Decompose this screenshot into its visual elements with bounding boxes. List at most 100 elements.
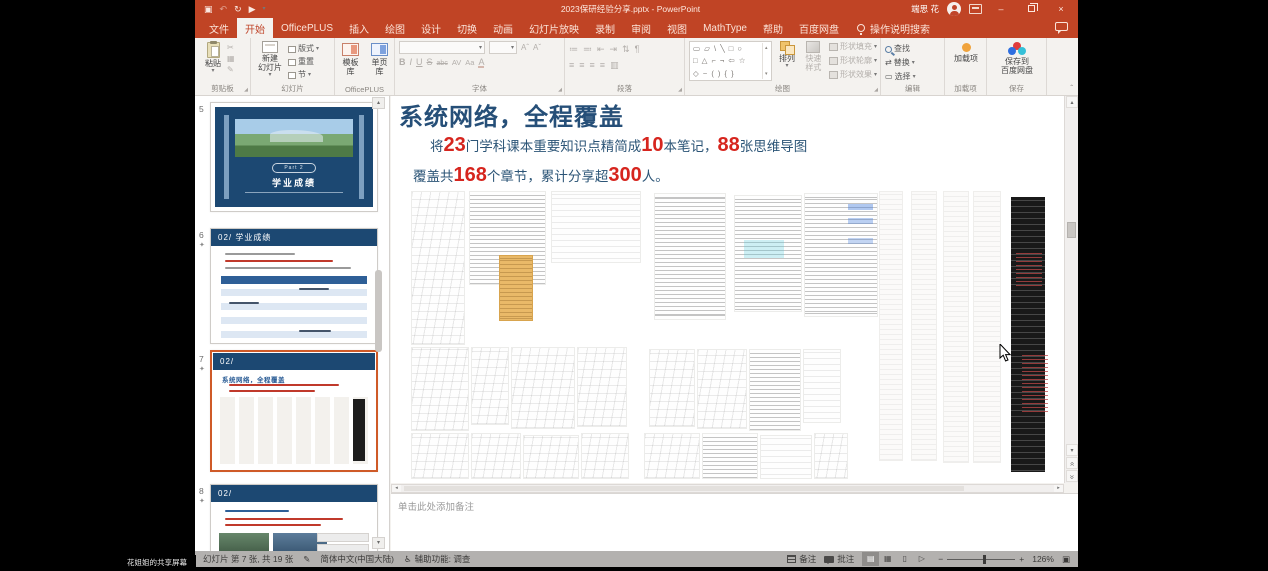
vertical-scrollbar[interactable]: ▴ ▾ « « (1064, 96, 1078, 483)
close-button[interactable]: × (1050, 4, 1072, 14)
thumbnails-scroll-down[interactable]: ▾ (372, 537, 385, 549)
note-image[interactable] (805, 194, 877, 316)
find-button[interactable]: 查找 (885, 43, 941, 55)
zoom-thumb[interactable] (983, 555, 986, 564)
shapes-scroll-down-icon[interactable]: ▾ (765, 70, 769, 78)
tab-design[interactable]: 设计 (413, 18, 449, 38)
tab-record[interactable]: 录制 (587, 18, 623, 38)
note-image[interactable] (804, 350, 840, 422)
shrink-font-icon[interactable]: Aˇ (533, 43, 541, 52)
template-library-button[interactable]: 模板库 (339, 43, 362, 76)
slide-7-thumbnail-selected[interactable]: 02/ 系统网络，全程覆盖 (210, 350, 378, 472)
scroll-right-arrow[interactable]: ▸ (1054, 485, 1063, 492)
single-page-library-button[interactable]: 单页库 (368, 43, 391, 76)
zoom-level[interactable]: 126% (1032, 554, 1054, 564)
decrease-indent-icon[interactable]: ⇤ (597, 44, 605, 56)
bold-icon[interactable]: B (399, 57, 406, 67)
note-strip-image[interactable] (974, 192, 1000, 462)
tab-transitions[interactable]: 切换 (449, 18, 485, 38)
comments-toggle-button[interactable]: 批注 (824, 553, 854, 565)
zoom-in-button[interactable]: + (1019, 554, 1024, 564)
underline-icon[interactable]: U (416, 57, 423, 67)
normal-view-button[interactable]: ▤ (862, 552, 879, 566)
note-image[interactable] (524, 436, 578, 478)
tab-insert[interactable]: 插入 (341, 18, 377, 38)
redo-icon[interactable]: ↻ (234, 5, 242, 14)
layout-button[interactable]: 版式▾ (288, 43, 319, 55)
quick-styles-button[interactable]: 快速样式 (802, 41, 825, 81)
note-strip-image[interactable] (880, 192, 902, 460)
thumbnails-scrollbar-thumb[interactable] (375, 270, 382, 352)
paragraph-dialog-launcher-icon[interactable]: ◢ (678, 88, 682, 93)
shape-fill-button[interactable]: 形状填充▾ (829, 41, 877, 53)
slide-body-text[interactable]: 将23门学科课本重要知识点精简成10本笔记，88张思维导图 覆盖共168个章节，… (413, 132, 853, 192)
previous-slide-button[interactable]: « (1066, 457, 1078, 469)
arrange-button[interactable]: 排列 ▾ (776, 41, 797, 81)
thumbnails-scroll-up[interactable]: ▴ (372, 97, 385, 109)
zoom-out-button[interactable]: − (938, 554, 943, 564)
scroll-up-arrow[interactable]: ▴ (1066, 96, 1078, 108)
notes-pane[interactable]: 单击此处添加备注 (391, 493, 1078, 551)
slide-5-thumbnail[interactable]: Part 2 学业成绩 (210, 102, 378, 212)
horizontal-scrollbar[interactable]: ◂ ▸ (391, 484, 1064, 493)
note-image[interactable] (552, 192, 640, 262)
tab-slideshow[interactable]: 幻灯片放映 (521, 18, 587, 38)
font-color-icon[interactable]: A (478, 57, 484, 67)
addins-button[interactable]: 加载项 (949, 41, 983, 63)
reset-button[interactable]: 重置 (288, 56, 319, 68)
align-left-icon[interactable]: ≡ (569, 60, 574, 72)
spell-check-icon[interactable]: ✎ (303, 554, 310, 565)
note-image[interactable] (750, 350, 800, 430)
italic-icon[interactable]: I (410, 57, 413, 67)
tab-baidu-pan[interactable]: 百度网盘 (791, 18, 847, 38)
char-spacing-icon[interactable]: AV (452, 58, 461, 67)
line-spacing-icon[interactable]: ⇅ (622, 44, 630, 56)
shape-effects-button[interactable]: 形状效果▾ (829, 69, 877, 81)
text-direction-icon[interactable]: ¶ (635, 44, 640, 56)
increase-indent-icon[interactable]: ⇥ (610, 44, 618, 56)
accessibility-status[interactable]: ♿ 辅助功能: 调查 (404, 553, 470, 565)
note-image[interactable] (578, 348, 626, 426)
tab-review[interactable]: 审阅 (623, 18, 659, 38)
notes-toggle-button[interactable]: 备注 (787, 553, 816, 565)
copy-icon[interactable]: ▦ (227, 54, 235, 63)
fit-to-window-icon[interactable]: ▣ (1062, 554, 1070, 565)
shapes-scroll-up-icon[interactable]: ▴ (765, 44, 769, 52)
shapes-gallery[interactable]: ▭ ▱ \ ╲ □ ○ □ △ ⌐ ¬ ⇦ ☆ ◇ ~ ( ) { } ▴ ▾ (689, 41, 772, 81)
select-button[interactable]: ▭选择▾ (885, 71, 941, 83)
tab-view[interactable]: 视图 (659, 18, 695, 38)
section-button[interactable]: 节▾ (288, 69, 319, 81)
shadow-icon[interactable]: abc (437, 60, 448, 67)
tell-me-search[interactable]: 操作说明搜索 (857, 18, 930, 38)
scroll-left-arrow[interactable]: ◂ (392, 485, 401, 492)
note-image[interactable] (761, 436, 811, 478)
slideshow-view-button[interactable]: ▷ (913, 552, 930, 566)
save-icon[interactable]: ▣ (204, 5, 213, 14)
font-size-combobox[interactable]: ▾ (489, 41, 517, 54)
qat-customize-caret-icon[interactable]: ▾ (263, 6, 266, 12)
note-image[interactable] (472, 348, 508, 424)
language-indicator[interactable]: 简体中文(中国大陆) (320, 553, 394, 565)
format-painter-icon[interactable]: ✎ (227, 65, 235, 74)
shape-outline-button[interactable]: 形状轮廓▾ (829, 55, 877, 67)
note-image[interactable] (703, 434, 757, 478)
undo-icon[interactable]: ↶ (220, 5, 228, 14)
slide-title[interactable]: 系统网络，全程覆盖 (399, 97, 624, 132)
font-dialog-launcher-icon[interactable]: ◢ (558, 88, 562, 93)
save-to-baidu-button[interactable]: 保存到 百度网盘 (991, 41, 1043, 75)
font-name-combobox[interactable]: ▾ (399, 41, 485, 54)
slide-canvas[interactable]: 系统网络，全程覆盖 将23门学科课本重要知识点精简成10本笔记，88张思维导图 … (391, 96, 1064, 483)
change-case-icon[interactable]: Aa (465, 58, 474, 67)
minimize-button[interactable]: – (990, 4, 1012, 14)
cut-icon[interactable]: ✂ (227, 43, 235, 52)
paste-button[interactable]: 粘贴 ▾ (199, 41, 227, 75)
tab-home[interactable]: 开始 (237, 18, 273, 38)
note-image[interactable] (698, 350, 746, 428)
tab-officeplus[interactable]: OfficePLUS (273, 18, 341, 38)
dark-note-panel-image[interactable] (1004, 192, 1052, 477)
new-slide-button[interactable]: 新建 幻灯片 ▾ (255, 41, 285, 81)
tab-draw[interactable]: 绘图 (377, 18, 413, 38)
dialog-launcher-icon[interactable]: ◢ (244, 88, 248, 93)
note-image[interactable] (735, 196, 801, 311)
slide-6-thumbnail[interactable]: 02/ 学业成绩 (210, 228, 378, 344)
